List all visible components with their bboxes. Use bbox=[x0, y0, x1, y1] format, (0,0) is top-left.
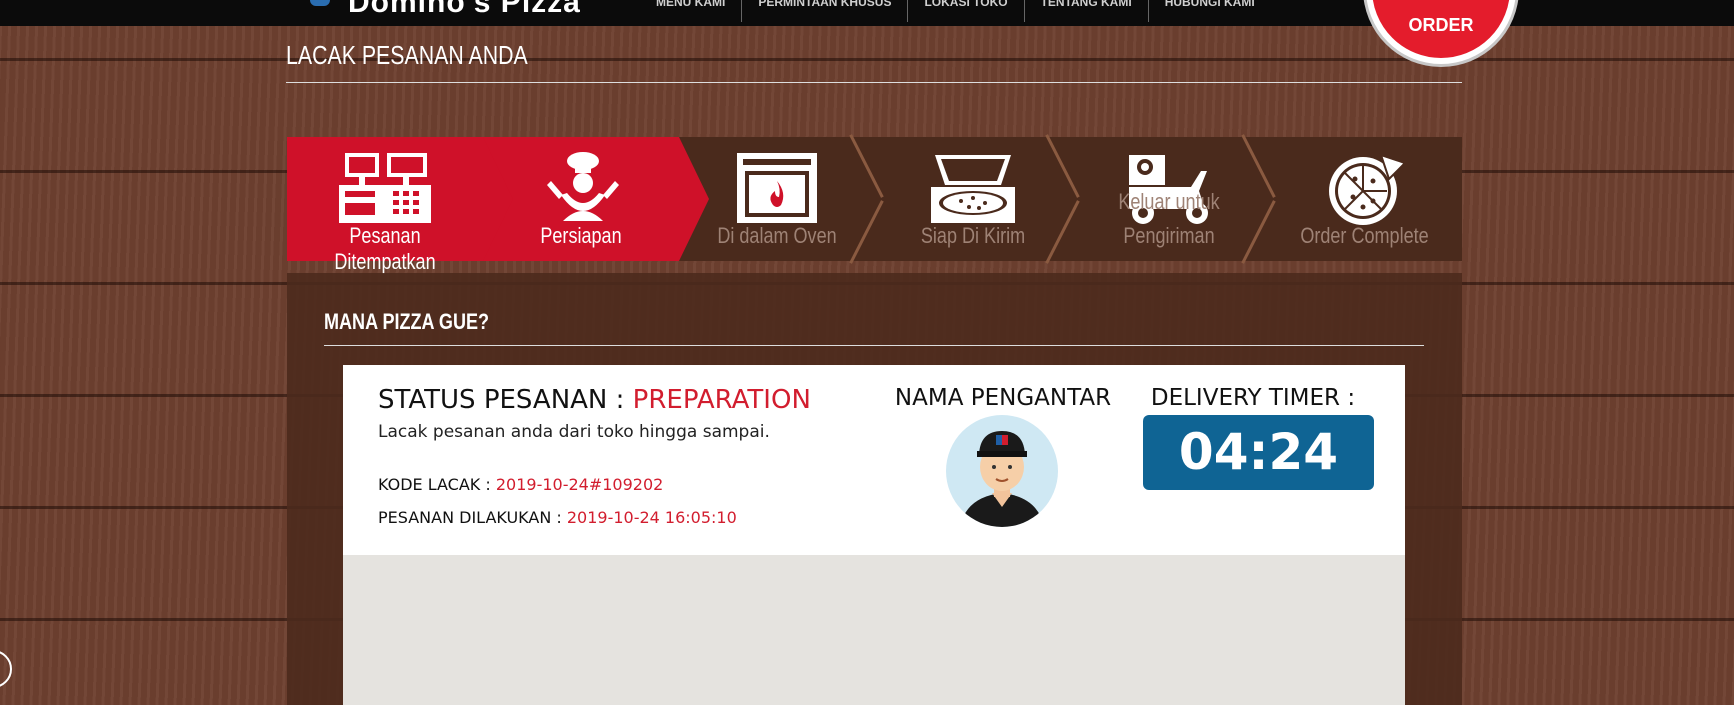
step-separator bbox=[1267, 137, 1287, 261]
tracking-code-row: KODE LACAK : 2019-10-24#109202 bbox=[378, 475, 663, 494]
step-ready-to-ship: Siap Di Kirim bbox=[875, 137, 1071, 261]
step-order-complete: Order Complete bbox=[1267, 137, 1462, 261]
dominos-logo-icon[interactable] bbox=[310, 0, 330, 6]
driver-avatar-icon bbox=[960, 431, 1044, 527]
order-placed-label: PESANAN DILAKUKAN : bbox=[378, 508, 567, 527]
nav-item-contact[interactable]: HUBUNGI KAMI bbox=[1149, 0, 1271, 22]
order-online-button-label: ORDER bbox=[1408, 15, 1474, 35]
order-status-card: STATUS PESANAN : PREPARATION Lacak pesan… bbox=[343, 365, 1405, 555]
step-order-placed: Pesanan Ditempatkan bbox=[287, 137, 513, 274]
step-out-for-delivery: Keluar untuk Pengiriman bbox=[1071, 137, 1267, 261]
site-logo-text[interactable]: Domino's Pizza bbox=[348, 0, 581, 20]
nav-item-special-request[interactable]: PERMINTAAN KHUSUS bbox=[742, 0, 909, 22]
step-label: Siap Di Kirim bbox=[920, 223, 1026, 248]
step-separator bbox=[875, 137, 895, 261]
status-label: STATUS PESANAN : bbox=[378, 385, 633, 415]
step-separator bbox=[1071, 137, 1091, 261]
order-status: STATUS PESANAN : PREPARATION bbox=[378, 385, 811, 415]
delivery-timer: 04:24 bbox=[1143, 415, 1374, 490]
order-online-button[interactable]: ORDER bbox=[1366, 0, 1516, 64]
step-label: Di dalam Oven bbox=[717, 223, 837, 248]
cash-register-icon bbox=[339, 153, 431, 223]
driver-avatar bbox=[946, 415, 1058, 527]
pizza-box-icon bbox=[931, 155, 1015, 223]
nav-item-menu[interactable]: MENU KAMI bbox=[640, 0, 743, 22]
step-label: Persiapan bbox=[540, 223, 622, 248]
page-title: LACAK PESANAN ANDA bbox=[286, 40, 528, 70]
panel-divider bbox=[324, 345, 1424, 346]
status-value: PREPARATION bbox=[632, 385, 811, 415]
delivery-timer-label: DELIVERY TIMER : bbox=[1150, 385, 1356, 411]
order-progress-steps: Pesanan Ditempatkan Persiapan Di dalam O… bbox=[287, 137, 1462, 274]
main-nav: MENU KAMI PERMINTAAN KHUSUS LOKASI TOKO … bbox=[640, 0, 1271, 26]
step-label-line-1: Keluar untuk bbox=[1118, 189, 1220, 214]
order-placed-value: 2019-10-24 16:05:10 bbox=[566, 508, 737, 527]
oven-icon bbox=[737, 153, 817, 223]
tracking-code-label: KODE LACAK : bbox=[378, 475, 496, 494]
step-label: Order Complete bbox=[1300, 223, 1429, 248]
status-description: Lacak pesanan anda dari toko hingga samp… bbox=[378, 422, 770, 442]
step-label: Pengiriman bbox=[1123, 223, 1215, 248]
tracking-code-value: 2019-10-24#109202 bbox=[495, 475, 664, 494]
step-label: Pesanan Ditempatkan bbox=[334, 223, 436, 274]
order-placed-row: PESANAN DILAKUKAN : 2019-10-24 16:05:10 bbox=[378, 508, 737, 527]
title-divider bbox=[286, 82, 1462, 83]
delivery-map[interactable] bbox=[343, 555, 1405, 705]
panel-title: MANA PIZZA GUE? bbox=[324, 309, 490, 334]
scroll-circle-button[interactable] bbox=[0, 650, 12, 688]
nav-item-about[interactable]: TENTANG KAMI bbox=[1025, 0, 1149, 22]
chef-icon bbox=[547, 152, 619, 221]
pizza-icon bbox=[1328, 153, 1407, 225]
nav-item-store-location[interactable]: LOKASI TOKO bbox=[908, 0, 1025, 22]
top-navigation-bar: Domino's Pizza MENU KAMI PERMINTAAN KHUS… bbox=[0, 0, 1734, 64]
